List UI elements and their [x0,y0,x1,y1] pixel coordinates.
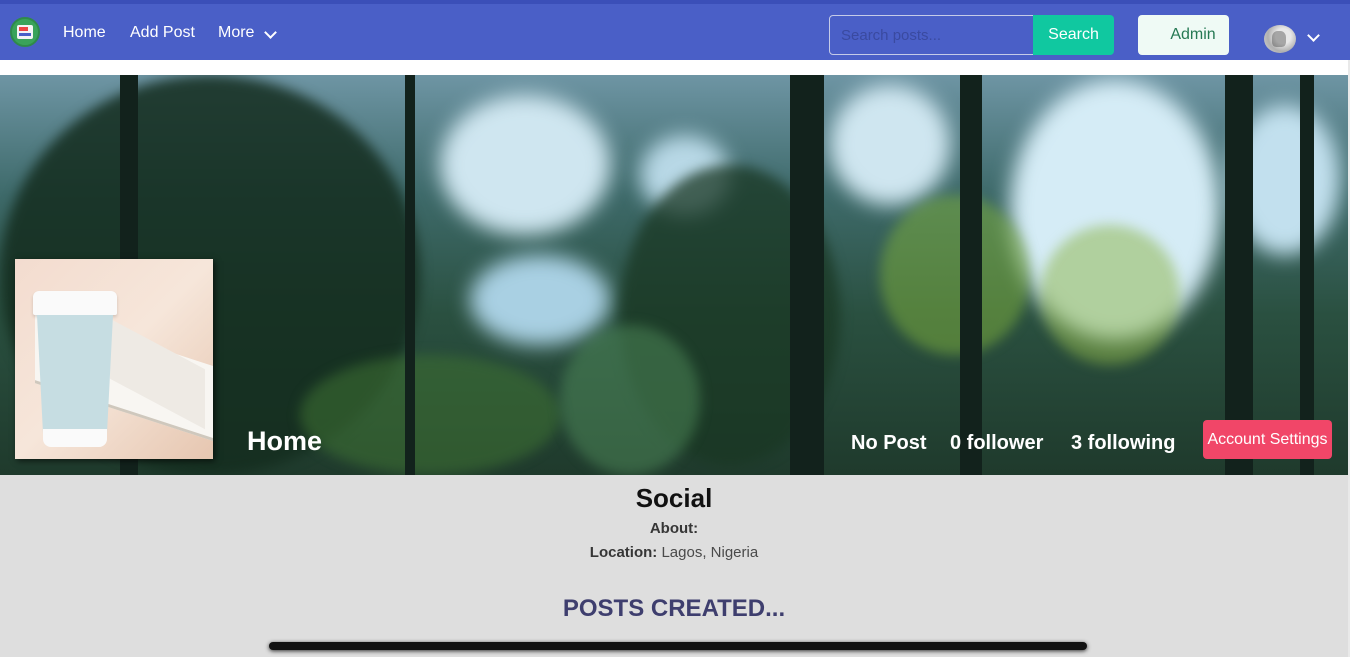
posts-count: No Post [851,432,927,454]
chevron-down-icon[interactable] [1307,29,1320,42]
chevron-down-icon[interactable] [264,26,277,39]
navbar: Home Add Post More Search Admin [0,0,1350,60]
followers-count[interactable]: 0 follower [950,432,1043,455]
nav-add-post-link[interactable]: Add Post [130,23,195,43]
profile-page-title: Home [247,426,323,456]
following-count[interactable]: 3 following [1071,432,1175,455]
posts-section-title: POSTS CREATED... [562,595,786,622]
account-settings-button[interactable]: Account Settings [1203,420,1332,459]
admin-button[interactable]: Admin [1138,15,1229,55]
location-label: Location: [589,544,658,561]
profile-name: Social [635,483,713,513]
search-button[interactable]: Search [1033,15,1114,55]
about-line: About: [0,520,1348,537]
app-logo-icon[interactable] [10,17,40,47]
search-input[interactable] [829,15,1034,55]
location-value: Lagos, Nigeria [661,544,759,561]
profile-picture[interactable] [15,259,213,459]
about-label: About: [649,520,699,537]
nav-home-link[interactable]: Home [63,23,106,43]
location-line: Location: Lagos, Nigeria [0,544,1348,561]
user-avatar-icon[interactable] [1264,25,1296,53]
nav-more-dropdown[interactable]: More [218,23,254,43]
section-divider [269,642,1087,650]
navbar-spacer [0,60,1348,75]
